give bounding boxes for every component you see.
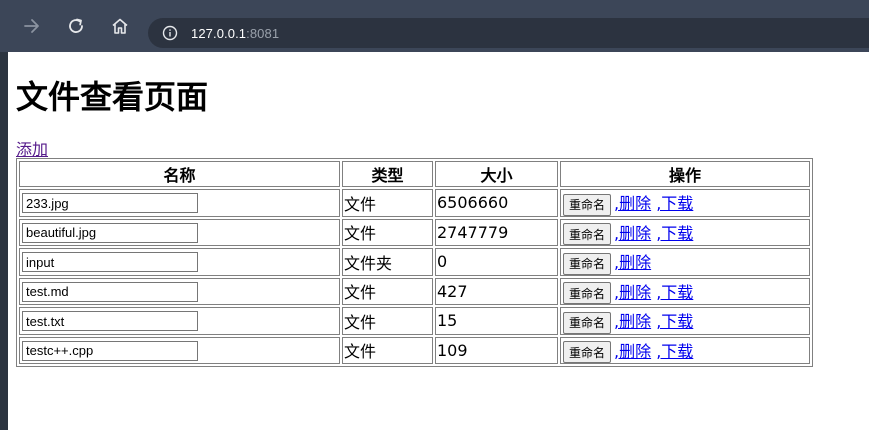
type-cell: 文件: [342, 277, 433, 305]
url-host: 127.0.0.1: [191, 25, 247, 41]
download-link[interactable]: ,下载: [656, 283, 693, 302]
download-link[interactable]: ,下载: [656, 224, 693, 243]
actions-cell: 重命名 ,删除 ,下载: [560, 218, 810, 246]
actions-cell: 重命名 ,删除 ,下载: [560, 307, 810, 335]
type-cell: 文件: [342, 307, 433, 335]
name-cell: [19, 277, 340, 305]
column-header-size: 大小: [435, 161, 558, 187]
name-cell: [19, 248, 340, 276]
type-cell: 文件夹: [342, 248, 433, 276]
rename-button[interactable]: 重命名: [563, 223, 612, 245]
address-bar[interactable]: 127.0.0.1:8081: [148, 18, 869, 48]
delete-link[interactable]: ,删除: [614, 253, 651, 272]
filename-input[interactable]: [22, 252, 198, 272]
download-link[interactable]: ,下载: [656, 342, 693, 361]
filename-input[interactable]: [22, 193, 198, 213]
column-header-type: 类型: [342, 161, 433, 187]
actions-cell: 重命名 ,删除 ,下载: [560, 336, 810, 364]
reload-button[interactable]: [64, 14, 88, 38]
delete-link[interactable]: ,删除: [614, 194, 651, 213]
rename-button[interactable]: 重命名: [563, 252, 612, 275]
size-cell: 2747779: [435, 218, 558, 246]
table-row: 文件 6506660 重命名,删除 ,下载: [19, 189, 810, 217]
name-cell: [19, 307, 340, 335]
download-link[interactable]: ,下载: [656, 194, 693, 213]
column-header-actions: 操作: [560, 161, 810, 187]
name-cell: [19, 218, 340, 246]
table-row: 文件 15 重命名,删除 ,下载: [19, 307, 810, 335]
filename-input[interactable]: [22, 281, 198, 302]
type-cell: 文件: [342, 218, 433, 246]
filename-input[interactable]: [22, 311, 198, 331]
page-title: 文件查看页面: [16, 78, 209, 116]
actions-cell: 重命名 ,删除: [560, 248, 810, 276]
column-header-name: 名称: [19, 161, 340, 187]
type-cell: 文件: [342, 336, 433, 364]
size-cell: 0: [435, 248, 558, 276]
download-link[interactable]: ,下载: [656, 312, 693, 331]
rename-button[interactable]: 重命名: [563, 282, 612, 304]
size-cell: 6506660: [435, 189, 558, 217]
table-row: 文件 427 重命名,删除 ,下载: [19, 277, 810, 305]
home-icon: [112, 18, 128, 34]
size-cell: 109: [435, 336, 558, 364]
table-row: 文件 109 重命名,删除 ,下载: [19, 336, 810, 364]
size-cell: 427: [435, 277, 558, 305]
delete-link[interactable]: ,删除: [614, 312, 651, 331]
actions-cell: 重命名 ,删除 ,下载: [560, 189, 810, 217]
add-link[interactable]: 添加: [16, 140, 48, 160]
browser-toolbar: 127.0.0.1:8081: [0, 0, 869, 52]
table-header-row: 名称 类型 大小 操作: [19, 161, 810, 187]
delete-link[interactable]: ,删除: [614, 283, 651, 302]
rename-button[interactable]: 重命名: [563, 341, 612, 363]
home-button[interactable]: [108, 14, 132, 38]
rename-button[interactable]: 重命名: [563, 311, 612, 334]
rename-button[interactable]: 重命名: [563, 193, 612, 216]
actions-cell: 重命名 ,删除 ,下载: [560, 277, 810, 305]
name-cell: [19, 336, 340, 364]
url-text: 127.0.0.1:8081: [191, 26, 279, 41]
table-row: 文件 2747779 重命名,删除 ,下载: [19, 218, 810, 246]
filename-input[interactable]: [22, 222, 198, 243]
forward-button[interactable]: [20, 14, 44, 38]
name-cell: [19, 189, 340, 217]
page-viewport: 文件查看页面 添加 名称 类型 大小 操作 文件 6506660 重命名,删除 …: [8, 52, 869, 430]
delete-link[interactable]: ,删除: [614, 224, 651, 243]
delete-link[interactable]: ,删除: [614, 342, 651, 361]
type-cell: 文件: [342, 189, 433, 217]
url-port: :8081: [246, 25, 280, 41]
reload-icon: [69, 18, 83, 33]
size-cell: 15: [435, 307, 558, 335]
filename-input[interactable]: [22, 340, 198, 361]
info-icon[interactable]: [162, 25, 178, 41]
file-table: 名称 类型 大小 操作 文件 6506660 重命名,删除 ,下载 文件 274…: [16, 158, 813, 367]
arrow-right-icon: [24, 19, 39, 33]
table-row: 文件夹 0 重命名,删除: [19, 248, 810, 276]
